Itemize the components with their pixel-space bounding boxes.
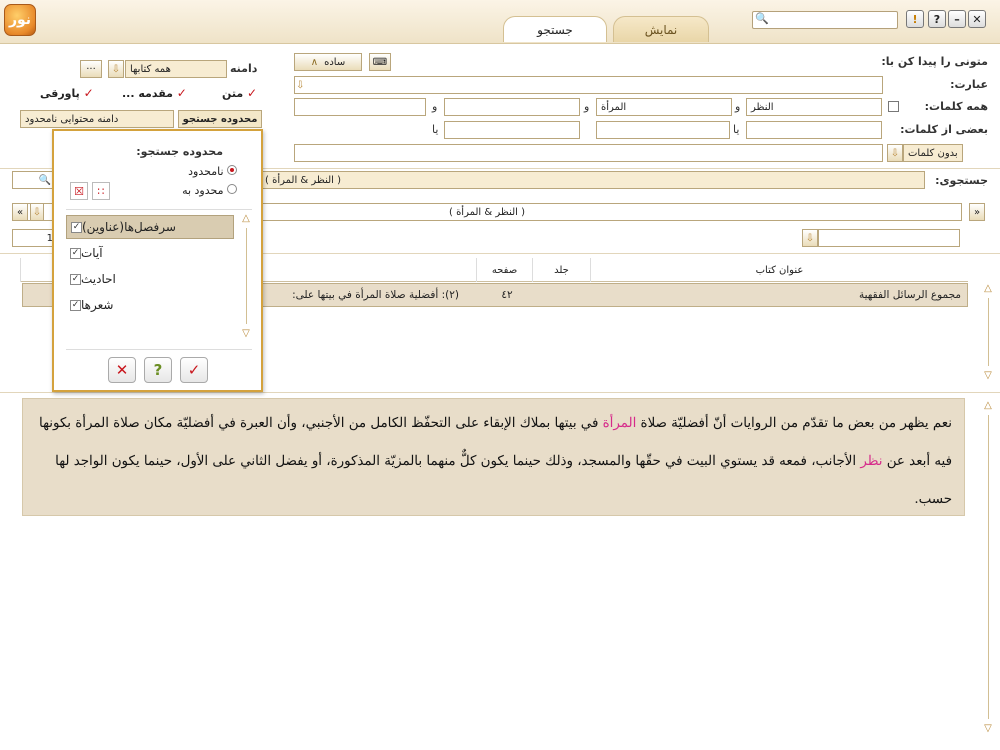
query-label: جستجوی: xyxy=(935,174,988,187)
option-limited[interactable]: محدود به xyxy=(182,184,237,197)
checkbox-icon[interactable]: ✓ xyxy=(70,247,81,259)
and-label: و xyxy=(432,100,438,113)
list-item[interactable]: احادیث ✓ xyxy=(66,267,234,291)
col-volume[interactable]: جلد xyxy=(532,258,590,282)
scroll-down-icon[interactable]: ▽ xyxy=(981,723,995,734)
scroll-down-icon[interactable]: ▽ xyxy=(239,328,253,339)
checkbox-icon[interactable]: ✓ xyxy=(71,221,82,233)
checkbox-icon[interactable]: ✓ xyxy=(70,299,81,311)
scroll-down-icon[interactable]: ▽ xyxy=(981,370,995,381)
scroll-up-icon[interactable]: △ xyxy=(981,283,995,294)
scope-popup: محدوده جستجو: نامحدود محدود به ☒ ∷ سرفصل… xyxy=(52,129,263,392)
list-item[interactable]: سرفصل‌ها(عناوین) ✓ xyxy=(66,215,234,239)
checkmark-icon: ✓ xyxy=(247,86,258,100)
domain-label: دامنه xyxy=(230,62,258,75)
find-texts-label: متونی را پیدا کن با: xyxy=(881,55,988,68)
chevron-up-icon: ∧ xyxy=(310,56,319,68)
and-label: و xyxy=(735,100,741,113)
row-page: ٤٢ xyxy=(501,289,513,301)
and-label: و xyxy=(584,100,590,113)
scope-list: سرفصل‌ها(عناوین) ✓ آیات ✓ احادیث ✓ شعرها ✓ xyxy=(66,213,234,341)
all-words-input-3[interactable] xyxy=(444,98,580,116)
all-words-label: همه کلمات: xyxy=(924,100,988,113)
mode-selector[interactable]: ∧ ساده xyxy=(294,53,362,71)
reader-scrollbar[interactable]: △ ▽ xyxy=(981,400,995,740)
or-label: یا xyxy=(733,123,740,136)
some-words-label: بعضی از کلمات: xyxy=(900,123,988,136)
reader-text: نعم يظهر من بعض ما تقدّم من الروايات أنّ… xyxy=(22,398,965,516)
arrow-down-icon[interactable]: ⇩ xyxy=(296,78,304,91)
check-text[interactable]: ✓ متن xyxy=(222,86,257,100)
radio-icon xyxy=(227,184,237,194)
scope-value: دامنه محتوایی نامحدود xyxy=(20,110,174,128)
checkbox-icon[interactable]: ✓ xyxy=(70,273,81,285)
confirm-button[interactable]: ✓ xyxy=(180,357,208,383)
query-search-button[interactable]: 🔍 xyxy=(12,171,56,189)
without-words-selector[interactable]: بدون کلمات xyxy=(903,144,963,162)
minimize-button[interactable]: – xyxy=(948,10,966,28)
list-scrollbar[interactable]: △ ▽ xyxy=(239,213,253,343)
domain-select[interactable]: همه کتابها xyxy=(125,60,227,78)
some-words-input-3[interactable] xyxy=(444,121,580,139)
tab-display[interactable]: نمایش xyxy=(613,16,709,42)
more-options-button[interactable]: ··· xyxy=(80,60,102,78)
col-book-title[interactable]: عنوان کتاب xyxy=(590,258,968,282)
row-volume xyxy=(535,284,593,306)
scroll-up-icon[interactable]: △ xyxy=(239,213,253,224)
sort-select[interactable] xyxy=(818,229,960,247)
arrow-down-icon[interactable]: ⇩ xyxy=(108,60,124,78)
arrow-down-icon[interactable]: ⇩ xyxy=(887,144,903,162)
deselect-all-icon[interactable]: ☒ xyxy=(70,182,88,200)
option-unlimited[interactable]: نامحدود xyxy=(188,165,237,178)
all-words-checkbox[interactable] xyxy=(888,101,899,115)
help-icon[interactable]: ? xyxy=(144,357,172,383)
checkmark-icon: ✓ xyxy=(83,86,94,100)
all-words-input-2[interactable]: المرأة xyxy=(596,98,732,116)
arrow-down-icon[interactable]: ⇩ xyxy=(802,229,818,247)
global-search-input[interactable] xyxy=(752,11,898,29)
check-intro[interactable]: ✓ مقدمه ... xyxy=(122,86,187,100)
arrow-down-icon[interactable]: ⇩ xyxy=(30,203,44,221)
all-words-input-1[interactable]: النظر xyxy=(746,98,882,116)
some-words-input-2[interactable] xyxy=(596,121,730,139)
double-chevron-right-icon[interactable]: » xyxy=(969,203,985,221)
select-all-icon[interactable]: ∷ xyxy=(92,182,110,200)
without-words-input[interactable] xyxy=(294,144,883,162)
list-item[interactable]: آیات ✓ xyxy=(66,241,234,265)
keyboard-icon[interactable]: ⌨ xyxy=(369,53,391,71)
cancel-button[interactable]: ✕ xyxy=(108,357,136,383)
or-label: یا xyxy=(432,123,439,136)
all-words-input-4[interactable] xyxy=(294,98,426,116)
popup-title: محدوده جستجو: xyxy=(136,145,223,158)
some-words-input-1[interactable] xyxy=(746,121,882,139)
tab-search[interactable]: جستجو xyxy=(503,16,607,42)
help-button[interactable]: ? xyxy=(928,10,946,28)
check-footnote[interactable]: ✓ پاورقی xyxy=(40,86,94,100)
close-button[interactable]: ✕ xyxy=(968,10,986,28)
app-logo[interactable]: نور xyxy=(4,4,36,36)
query-input[interactable]: ( النظر & المرأة ) xyxy=(260,171,925,189)
search-icon[interactable]: 🔍 xyxy=(755,12,769,25)
phrase-input[interactable] xyxy=(294,76,883,94)
alert-icon[interactable]: ! xyxy=(906,10,924,28)
search-icon: 🔍 xyxy=(38,174,51,186)
double-chevron-left-icon[interactable]: « xyxy=(12,203,28,221)
checkmark-icon: ✓ xyxy=(176,86,187,100)
list-item[interactable]: شعرها ✓ xyxy=(66,293,234,317)
row-book: مجموع الرسائل الفقهية xyxy=(859,289,961,301)
scope-button[interactable]: محدوده جستجو xyxy=(178,110,262,128)
phrase-label: عبارت: xyxy=(950,78,988,91)
divider xyxy=(0,392,1000,393)
results-scrollbar[interactable]: △ ▽ xyxy=(981,283,995,383)
radio-icon xyxy=(227,165,237,175)
scroll-up-icon[interactable]: △ xyxy=(981,400,995,411)
col-page[interactable]: صفحه xyxy=(476,258,532,282)
